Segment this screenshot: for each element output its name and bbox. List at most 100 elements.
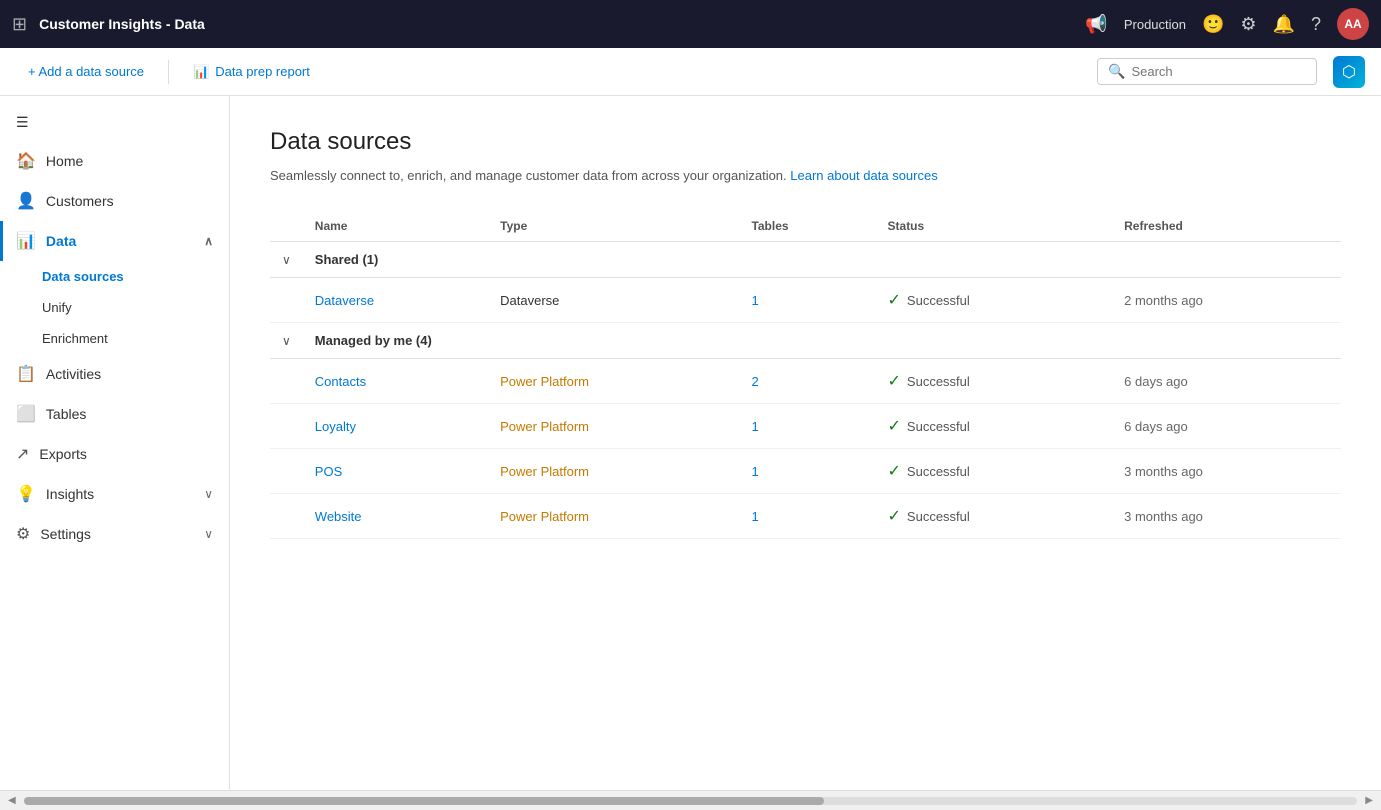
sidebar-settings-icon: ⚙ xyxy=(16,524,30,544)
row-status: ✓ Successful xyxy=(876,359,1113,404)
row-type: Power Platform xyxy=(488,404,739,449)
col-tables: Tables xyxy=(739,211,875,242)
source-name-link[interactable]: POS xyxy=(315,464,342,479)
grid-icon[interactable]: ⊞ xyxy=(12,14,27,35)
row-type: Dataverse xyxy=(488,278,739,323)
sidebar-item-exports[interactable]: ↗ Exports xyxy=(0,434,229,474)
row-tables: 1 xyxy=(739,404,875,449)
search-container: 🔍 xyxy=(1097,58,1317,85)
sidebar-sub-unify[interactable]: Unify xyxy=(0,292,229,323)
sidebar-item-tables-label: Tables xyxy=(46,406,86,422)
data-chevron-icon: ∧ xyxy=(204,234,213,248)
sidebar-menu-toggle[interactable]: ☰ xyxy=(0,104,229,141)
insights-icon: 💡 xyxy=(16,484,36,504)
row-name: Dataverse xyxy=(303,278,488,323)
sidebar-item-data-label: Data xyxy=(46,233,76,249)
group-expand-button[interactable]: ∨ xyxy=(282,253,291,267)
status-label: Successful xyxy=(907,293,970,308)
data-sources-table: Name Type Tables Status Refreshed ∨ Shar… xyxy=(270,211,1341,539)
avatar[interactable]: AA xyxy=(1337,8,1369,40)
sidebar: ☰ 🏠 Home 👤 Customers 📊 Data ∧ Data sourc… xyxy=(0,96,230,790)
sidebar-sub-enrichment[interactable]: Enrichment xyxy=(0,323,229,354)
row-type: Power Platform xyxy=(488,359,739,404)
row-name: Website xyxy=(303,494,488,539)
app-logo[interactable]: ⬡ xyxy=(1333,56,1365,88)
source-name-link[interactable]: Website xyxy=(315,509,362,524)
sidebar-sub-data-sources[interactable]: Data sources xyxy=(0,261,229,292)
sidebar-item-settings[interactable]: ⚙ Settings ∨ xyxy=(0,514,229,554)
sidebar-item-activities[interactable]: 📋 Activities xyxy=(0,354,229,394)
main-content: Data sources Seamlessly connect to, enri… xyxy=(230,96,1381,790)
activities-icon: 📋 xyxy=(16,364,36,384)
table-row: Website Power Platform 1 ✓ Successful 3 … xyxy=(270,494,1341,539)
table-group-row: ∨ Shared (1) xyxy=(270,242,1341,278)
source-name-link[interactable]: Contacts xyxy=(315,374,366,389)
search-input[interactable] xyxy=(1131,64,1306,79)
sidebar-item-customers[interactable]: 👤 Customers xyxy=(0,181,229,221)
table-row: Contacts Power Platform 2 ✓ Successful 6… xyxy=(270,359,1341,404)
settings-icon[interactable]: ⚙ xyxy=(1240,14,1256,35)
add-data-source-button[interactable]: + Add a data source xyxy=(16,58,156,85)
table-header-row: Name Type Tables Status Refreshed xyxy=(270,211,1341,242)
sidebar-item-home[interactable]: 🏠 Home xyxy=(0,141,229,181)
sidebar-item-data[interactable]: 📊 Data ∧ xyxy=(0,221,229,261)
emoji-icon[interactable]: 🙂 xyxy=(1202,14,1224,35)
learn-more-link[interactable]: Learn about data sources xyxy=(790,168,937,183)
group-expand-button[interactable]: ∨ xyxy=(282,334,291,348)
row-name: Contacts xyxy=(303,359,488,404)
scroll-right-arrow[interactable]: ▶ xyxy=(1361,793,1377,808)
col-status: Status xyxy=(876,211,1113,242)
row-tables: 1 xyxy=(739,278,875,323)
row-status: ✓ Successful xyxy=(876,449,1113,494)
menu-icon: ☰ xyxy=(16,114,29,131)
row-tables: 1 xyxy=(739,494,875,539)
row-status: ✓ Successful xyxy=(876,404,1113,449)
status-icon: ✓ xyxy=(888,506,901,526)
source-name-link[interactable]: Dataverse xyxy=(315,293,374,308)
row-refreshed: 2 months ago xyxy=(1112,278,1341,323)
status-icon: ✓ xyxy=(888,290,901,310)
data-prep-report-button[interactable]: 📊 Data prep report xyxy=(181,58,322,86)
app-title: Customer Insights - Data xyxy=(39,16,1073,32)
home-icon: 🏠 xyxy=(16,151,36,171)
col-name: Name xyxy=(303,211,488,242)
status-icon: ✓ xyxy=(888,371,901,391)
sidebar-item-insights-label: Insights xyxy=(46,486,94,502)
row-refreshed: 3 months ago xyxy=(1112,494,1341,539)
status-icon: ✓ xyxy=(888,461,901,481)
row-type: Power Platform xyxy=(488,494,739,539)
layout: ☰ 🏠 Home 👤 Customers 📊 Data ∧ Data sourc… xyxy=(0,96,1381,790)
env-selector[interactable]: Production xyxy=(1124,17,1186,32)
status-label: Successful xyxy=(907,509,970,524)
toolbar: + Add a data source 📊 Data prep report 🔍… xyxy=(0,48,1381,96)
announcement-icon[interactable]: 📢 xyxy=(1085,14,1107,35)
status-label: Successful xyxy=(907,374,970,389)
table-row: Loyalty Power Platform 1 ✓ Successful 6 … xyxy=(270,404,1341,449)
row-expand-cell xyxy=(270,404,303,449)
sidebar-item-activities-label: Activities xyxy=(46,366,101,382)
sidebar-item-tables[interactable]: ⬜ Tables xyxy=(0,394,229,434)
row-tables: 2 xyxy=(739,359,875,404)
help-icon[interactable]: ? xyxy=(1311,14,1321,35)
sidebar-item-customers-label: Customers xyxy=(46,193,114,209)
scroll-left-arrow[interactable]: ◀ xyxy=(4,793,20,808)
row-expand-cell xyxy=(270,359,303,404)
scroll-thumb xyxy=(24,797,824,805)
bell-icon[interactable]: 🔔 xyxy=(1273,14,1295,35)
scroll-track[interactable] xyxy=(24,797,1358,805)
row-refreshed: 3 months ago xyxy=(1112,449,1341,494)
col-expand xyxy=(270,211,303,242)
topbar-right: 📢 Production 🙂 ⚙ 🔔 ? AA xyxy=(1085,8,1369,40)
status-label: Successful xyxy=(907,464,970,479)
report-icon: 📊 xyxy=(193,64,209,80)
settings-chevron-icon: ∨ xyxy=(204,527,213,541)
source-name-link[interactable]: Loyalty xyxy=(315,419,356,434)
sidebar-item-insights[interactable]: 💡 Insights ∨ xyxy=(0,474,229,514)
data-prep-label: Data prep report xyxy=(215,64,310,79)
tables-icon: ⬜ xyxy=(16,404,36,424)
sidebar-item-home-label: Home xyxy=(46,153,83,169)
row-tables: 1 xyxy=(739,449,875,494)
customers-icon: 👤 xyxy=(16,191,36,211)
toolbar-divider xyxy=(168,60,169,84)
row-status: ✓ Successful xyxy=(876,278,1113,323)
